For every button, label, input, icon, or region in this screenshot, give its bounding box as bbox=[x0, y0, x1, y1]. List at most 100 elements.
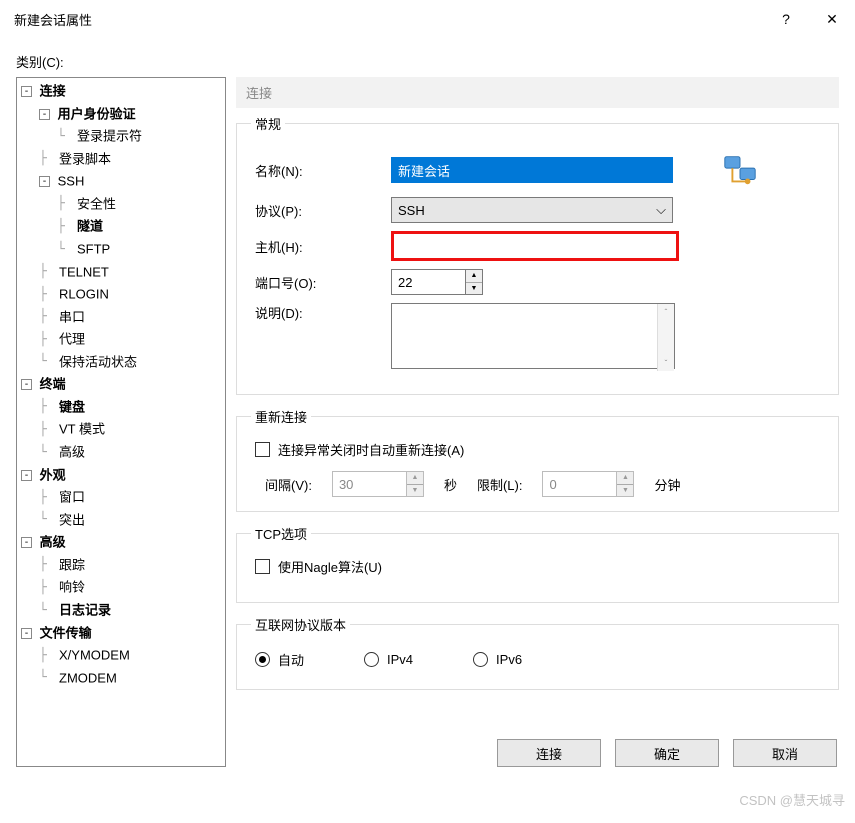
spin-down-icon: ▼ bbox=[617, 485, 633, 497]
tree-trace[interactable]: 跟踪 bbox=[59, 557, 85, 572]
settings-panel: 连接 常规 名称(N): 协 bbox=[236, 77, 839, 767]
tree-keyboard[interactable]: 键盘 bbox=[59, 399, 85, 414]
tree-proxy[interactable]: 代理 bbox=[59, 332, 85, 347]
tree-security[interactable]: 安全性 bbox=[77, 196, 116, 211]
tree-advanced-term[interactable]: 高级 bbox=[59, 445, 85, 460]
tree-login-script[interactable]: 登录脚本 bbox=[59, 151, 111, 166]
radio-icon bbox=[255, 652, 270, 667]
ip-v6-radio[interactable]: IPv6 bbox=[473, 650, 522, 669]
ok-button[interactable]: 确定 bbox=[615, 739, 719, 767]
collapse-icon[interactable]: - bbox=[21, 86, 32, 97]
tree-xymodem[interactable]: X/YMODEM bbox=[59, 648, 130, 663]
tree-window[interactable]: 窗口 bbox=[59, 490, 85, 505]
cancel-button[interactable]: 取消 bbox=[733, 739, 837, 767]
chevron-down-icon: ⌵ bbox=[656, 202, 666, 218]
port-input[interactable] bbox=[391, 269, 465, 295]
general-legend: 常规 bbox=[251, 114, 285, 133]
category-label: 类别(C): bbox=[16, 52, 839, 71]
tree-keepalive[interactable]: 保持活动状态 bbox=[59, 354, 137, 369]
tree-vtmode[interactable]: VT 模式 bbox=[59, 422, 105, 437]
collapse-icon[interactable]: - bbox=[39, 109, 50, 120]
help-button[interactable]: ? bbox=[763, 0, 809, 38]
checkbox-icon bbox=[255, 442, 270, 457]
tree-sftp[interactable]: SFTP bbox=[77, 242, 110, 257]
ip-auto-radio[interactable]: 自动 bbox=[255, 650, 304, 669]
tree-bell[interactable]: 响铃 bbox=[59, 580, 85, 595]
collapse-icon[interactable]: - bbox=[21, 379, 32, 390]
ip-group: 互联网协议版本 自动 IPv4 IPv6 bbox=[236, 615, 839, 690]
tree-file-transfer[interactable]: 文件传输 bbox=[40, 625, 92, 640]
protocol-value: SSH bbox=[398, 203, 425, 218]
tree-highlight[interactable]: 突出 bbox=[59, 512, 85, 527]
window-title: 新建会话属性 bbox=[14, 10, 763, 29]
desc-scrollbar[interactable]: ˆˇ bbox=[657, 304, 674, 371]
checkbox-icon bbox=[255, 559, 270, 574]
tree-auth[interactable]: 用户身份验证 bbox=[58, 106, 136, 121]
host-input[interactable] bbox=[391, 231, 679, 261]
dialog-content: 类别(C): - 连接 - 用户身份验证 └登录提示符 bbox=[0, 52, 855, 779]
interval-label: 间隔(V): bbox=[265, 475, 312, 494]
tree-zmodem[interactable]: ZMODEM bbox=[59, 670, 117, 685]
host-label: 主机(H): bbox=[251, 237, 391, 256]
spin-up-icon: ▲ bbox=[466, 270, 482, 283]
desc-input[interactable] bbox=[391, 303, 675, 369]
tree-tunnel[interactable]: 隧道 bbox=[77, 219, 103, 234]
tree-appearance[interactable]: 外观 bbox=[40, 467, 66, 482]
auto-reconnect-label: 连接异常关闭时自动重新连接(A) bbox=[278, 440, 464, 459]
limit-label: 限制(L): bbox=[477, 475, 523, 494]
limit-unit: 分钟 bbox=[654, 475, 680, 494]
limit-spinner: ▲▼ bbox=[616, 471, 634, 497]
close-button[interactable]: ✕ bbox=[809, 0, 855, 38]
scroll-up-icon: ˆ bbox=[658, 304, 674, 320]
limit-input bbox=[542, 471, 616, 497]
collapse-icon[interactable]: - bbox=[21, 470, 32, 481]
scroll-down-icon: ˇ bbox=[658, 355, 674, 371]
watermark: CSDN @慧天城寻 bbox=[739, 790, 845, 809]
tcp-group: TCP选项 使用Nagle算法(U) bbox=[236, 524, 839, 603]
radio-icon bbox=[364, 652, 379, 667]
tree-serial[interactable]: 串口 bbox=[59, 309, 85, 324]
spin-up-icon: ▲ bbox=[617, 472, 633, 485]
spin-down-icon: ▼ bbox=[407, 485, 423, 497]
interval-unit: 秒 bbox=[444, 475, 457, 494]
tree-terminal[interactable]: 终端 bbox=[40, 377, 66, 392]
dialog-footer: 连接 确定 取消 bbox=[236, 731, 839, 767]
interval-input bbox=[332, 471, 406, 497]
spin-down-icon: ▼ bbox=[466, 283, 482, 295]
nagle-label: 使用Nagle算法(U) bbox=[278, 557, 382, 576]
name-label: 名称(N): bbox=[251, 161, 391, 180]
tree-advanced[interactable]: 高级 bbox=[40, 535, 66, 550]
nagle-checkbox[interactable]: 使用Nagle算法(U) bbox=[255, 557, 824, 576]
collapse-icon[interactable]: - bbox=[21, 537, 32, 548]
protocol-label: 协议(P): bbox=[251, 201, 391, 220]
name-input[interactable] bbox=[391, 157, 673, 183]
auto-reconnect-checkbox[interactable]: 连接异常关闭时自动重新连接(A) bbox=[255, 440, 824, 459]
desc-label: 说明(D): bbox=[251, 303, 391, 322]
port-spinner[interactable]: ▲▼ bbox=[465, 269, 483, 295]
protocol-select[interactable]: SSH ⌵ bbox=[391, 197, 673, 223]
ip-v4-label: IPv4 bbox=[387, 652, 413, 667]
radio-icon bbox=[473, 652, 488, 667]
connect-button[interactable]: 连接 bbox=[497, 739, 601, 767]
collapse-icon[interactable]: - bbox=[21, 628, 32, 639]
ip-v6-label: IPv6 bbox=[496, 652, 522, 667]
general-group: 常规 名称(N): 协议(P): bbox=[236, 114, 839, 395]
tree-telnet[interactable]: TELNET bbox=[59, 264, 109, 279]
panel-header: 连接 bbox=[236, 77, 839, 108]
spin-up-icon: ▲ bbox=[407, 472, 423, 485]
tree-ssh[interactable]: SSH bbox=[58, 174, 85, 189]
tree-rlogin[interactable]: RLOGIN bbox=[59, 287, 109, 302]
tree-logging[interactable]: 日志记录 bbox=[59, 603, 111, 618]
tcp-legend: TCP选项 bbox=[251, 524, 311, 543]
reconnect-legend: 重新连接 bbox=[251, 407, 311, 426]
ip-auto-label: 自动 bbox=[278, 650, 304, 669]
titlebar: 新建会话属性 ? ✕ bbox=[0, 0, 855, 38]
ip-legend: 互联网协议版本 bbox=[251, 615, 350, 634]
category-tree[interactable]: - 连接 - 用户身份验证 └登录提示符 ├登录脚本 - bbox=[16, 77, 226, 767]
port-label: 端口号(O): bbox=[251, 273, 391, 292]
tree-connection[interactable]: 连接 bbox=[40, 84, 66, 99]
tree-login-prompt[interactable]: 登录提示符 bbox=[77, 129, 142, 144]
interval-spinner: ▲▼ bbox=[406, 471, 424, 497]
collapse-icon[interactable]: - bbox=[39, 176, 50, 187]
ip-v4-radio[interactable]: IPv4 bbox=[364, 650, 413, 669]
